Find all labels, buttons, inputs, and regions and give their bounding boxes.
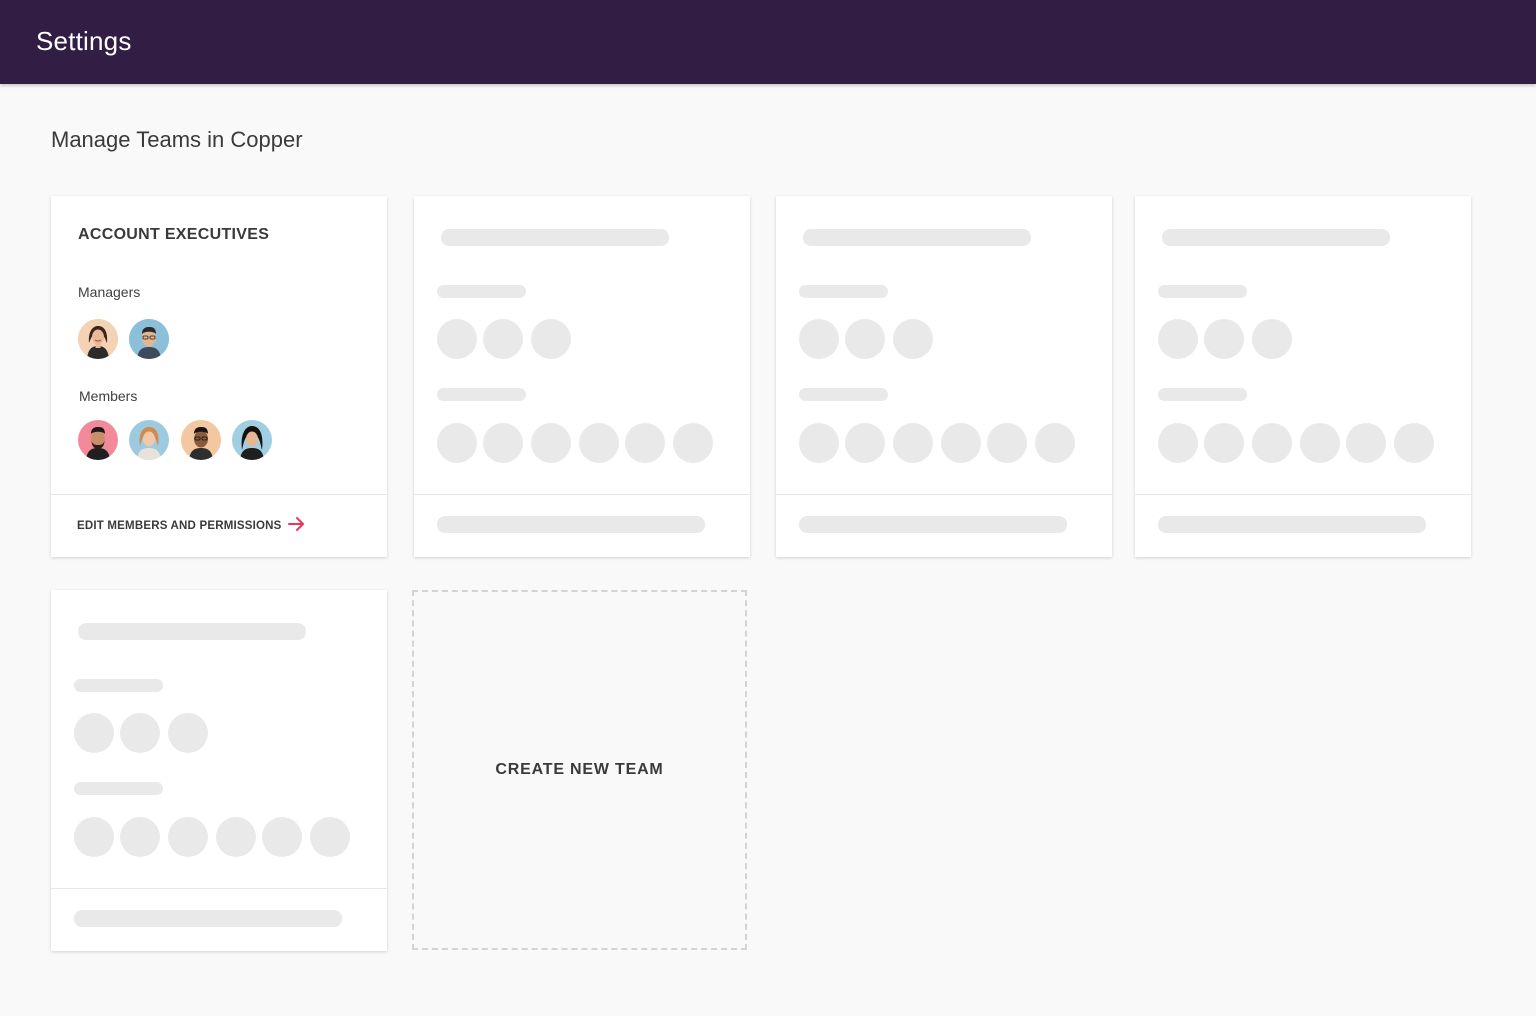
skeleton-avatar bbox=[437, 423, 477, 463]
skeleton-avatar bbox=[1252, 319, 1292, 359]
skeleton-label bbox=[437, 285, 526, 298]
skeleton-avatar bbox=[1252, 423, 1292, 463]
team-name: ACCOUNT EXECUTIVES bbox=[78, 226, 270, 243]
skeleton-label bbox=[799, 388, 888, 401]
team-card-placeholder-1 bbox=[414, 196, 750, 557]
skeleton-avatar bbox=[1394, 423, 1434, 463]
team-card-placeholder-3 bbox=[1135, 196, 1471, 557]
skeleton-avatar bbox=[799, 423, 839, 463]
skeleton-avatar bbox=[1346, 423, 1386, 463]
skeleton-avatar bbox=[1035, 423, 1075, 463]
create-new-team-label: CREATE NEW TEAM bbox=[495, 761, 664, 778]
member-avatar-3[interactable] bbox=[181, 420, 221, 460]
skeleton-avatar bbox=[120, 817, 160, 857]
team-card-placeholder-2 bbox=[776, 196, 1112, 557]
skeleton-avatar bbox=[483, 319, 523, 359]
skeleton-footer bbox=[1158, 516, 1426, 533]
skeleton-avatar bbox=[579, 423, 619, 463]
skeleton-avatar bbox=[262, 817, 302, 857]
skeleton-avatar bbox=[531, 319, 571, 359]
skeleton-avatar bbox=[168, 713, 208, 753]
section-heading: Manage Teams in Copper bbox=[51, 127, 303, 152]
skeleton-avatar bbox=[1300, 423, 1340, 463]
top-header-bar: Settings bbox=[0, 0, 1536, 84]
edit-link-label: EDIT MEMBERS AND PERMISSIONS bbox=[77, 520, 282, 532]
skeleton-avatar bbox=[673, 423, 713, 463]
skeleton-avatar bbox=[310, 817, 350, 857]
edit-members-permissions-link[interactable]: EDIT MEMBERS AND PERMISSIONS bbox=[77, 516, 306, 536]
skeleton-avatar bbox=[74, 713, 114, 753]
skeleton-avatar bbox=[1158, 319, 1198, 359]
members-label: Members bbox=[79, 388, 138, 404]
skeleton-label bbox=[74, 679, 163, 692]
skeleton-label bbox=[74, 782, 163, 795]
skeleton-avatar bbox=[531, 423, 571, 463]
team-card-account-executives bbox=[51, 196, 387, 557]
card-divider bbox=[51, 494, 387, 495]
team-card-placeholder-4 bbox=[51, 590, 387, 951]
skeleton-title bbox=[803, 229, 1031, 246]
skeleton-footer bbox=[799, 516, 1067, 533]
member-avatar-4[interactable] bbox=[232, 420, 272, 460]
skeleton-title bbox=[1162, 229, 1390, 246]
skeleton-label bbox=[1158, 388, 1247, 401]
skeleton-title bbox=[441, 229, 669, 246]
skeleton-avatar bbox=[1204, 319, 1244, 359]
member-avatar-1[interactable] bbox=[78, 420, 118, 460]
skeleton-avatar bbox=[437, 319, 477, 359]
skeleton-label bbox=[1158, 285, 1247, 298]
manager-avatar-1[interactable] bbox=[78, 319, 118, 359]
skeleton-avatar bbox=[168, 817, 208, 857]
skeleton-avatar bbox=[1158, 423, 1198, 463]
skeleton-avatar bbox=[483, 423, 523, 463]
skeleton-footer bbox=[437, 516, 705, 533]
manager-avatar-2[interactable] bbox=[129, 319, 169, 359]
skeleton-avatar bbox=[987, 423, 1027, 463]
skeleton-footer bbox=[74, 910, 342, 927]
skeleton-avatar bbox=[1204, 423, 1244, 463]
arrow-right-icon bbox=[287, 516, 306, 537]
skeleton-avatar bbox=[941, 423, 981, 463]
skeleton-avatar bbox=[893, 319, 933, 359]
skeleton-avatar bbox=[625, 423, 665, 463]
skeleton-label bbox=[437, 388, 526, 401]
create-new-team-button[interactable]: CREATE NEW TEAM bbox=[412, 590, 747, 950]
member-avatar-2[interactable] bbox=[129, 420, 169, 460]
managers-label: Managers bbox=[78, 284, 141, 300]
skeleton-avatar bbox=[845, 423, 885, 463]
skeleton-avatar bbox=[74, 817, 114, 857]
skeleton-title bbox=[78, 623, 306, 640]
skeleton-avatar bbox=[120, 713, 160, 753]
page-title: Settings bbox=[36, 26, 132, 56]
skeleton-avatar bbox=[799, 319, 839, 359]
skeleton-avatar bbox=[845, 319, 885, 359]
skeleton-avatar bbox=[893, 423, 933, 463]
skeleton-avatar bbox=[216, 817, 256, 857]
skeleton-label bbox=[799, 285, 888, 298]
